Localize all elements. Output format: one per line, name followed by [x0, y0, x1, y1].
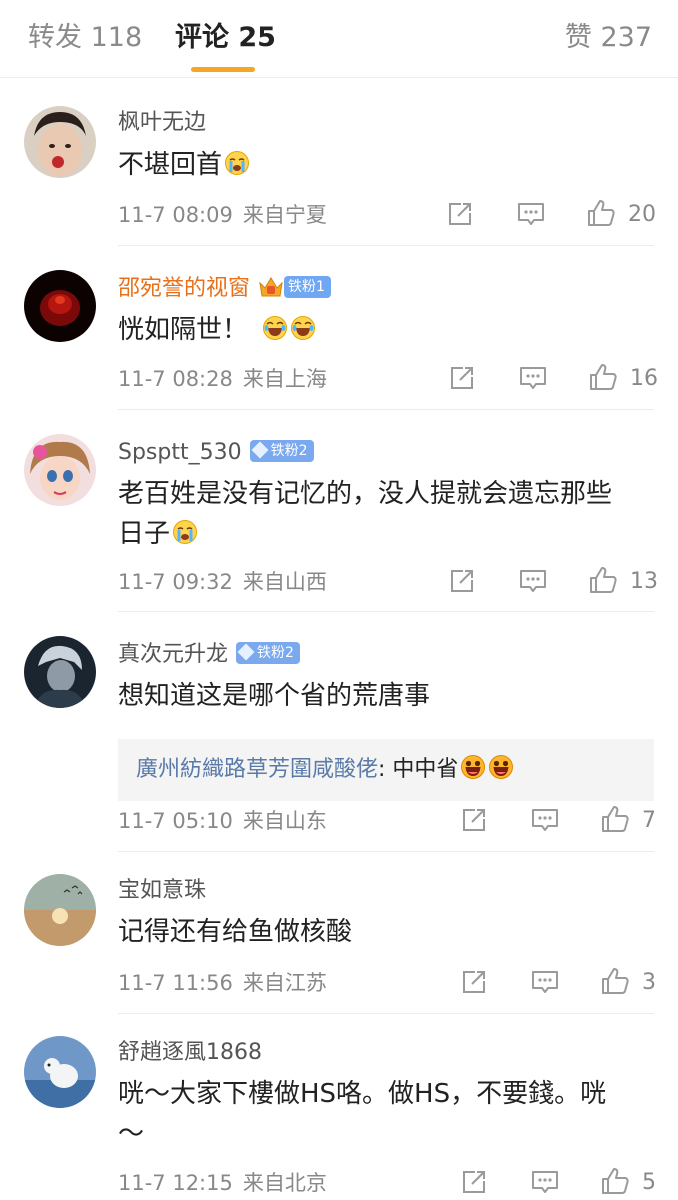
reply-icon[interactable] — [518, 567, 548, 595]
reply-icon[interactable] — [530, 806, 560, 834]
comment-meta: 11-7 09:32 来自山西 — [118, 567, 327, 597]
like-icon[interactable] — [600, 804, 630, 834]
comment-author[interactable]: 枫叶无边 — [118, 108, 206, 138]
like-icon[interactable] — [588, 565, 618, 595]
comment-time: 11-7 09:32 — [118, 570, 233, 594]
comment-location: 来自上海 — [242, 367, 327, 391]
comment-time: 11-7 11:56 — [118, 971, 233, 995]
reply-icon[interactable] — [518, 364, 548, 392]
share-icon[interactable] — [446, 200, 474, 228]
grinning-emoji-icon — [488, 754, 514, 780]
reply-preview[interactable]: 廣州紡織路草芳圍咸酸佬: 中中省 — [118, 739, 654, 801]
comment-item: 枫叶无边 不堪回首 11-7 08:09 来自宁夏 20 — [0, 78, 678, 246]
comment-time: 11-7 08:28 — [118, 367, 233, 391]
crown-icon — [259, 277, 283, 297]
reply-icon[interactable] — [516, 200, 546, 228]
comment-author[interactable]: 真次元升龙 铁粉2 — [118, 640, 300, 670]
comment-time: 11-7 08:09 — [118, 203, 233, 227]
fan-badge: 铁粉2 — [236, 642, 300, 664]
reply-icon[interactable] — [530, 1168, 560, 1196]
comment-item: 真次元升龙 铁粉2 想知道这是哪个省的荒唐事 廣州紡織路草芳圍咸酸佬: 中中省 1… — [0, 612, 678, 852]
tab-reposts[interactable]: 转发 118 — [28, 18, 142, 58]
comment-meta: 11-7 05:10 来自山东 — [118, 806, 327, 836]
like-count: 13 — [630, 569, 658, 594]
share-icon[interactable] — [460, 968, 488, 996]
diamond-icon — [237, 643, 255, 661]
crying-emoji-icon — [224, 150, 250, 176]
reply-text: : 中中省 — [378, 757, 459, 782]
like-icon[interactable] — [588, 362, 618, 392]
avatar[interactable] — [24, 270, 96, 342]
comment-item: 邵宛誉的视窗 铁粉1 恍如隔世！ 11-7 08:28 来自上海 16 — [0, 246, 678, 410]
comment-time: 11-7 12:15 — [118, 1171, 233, 1195]
like-count: 7 — [642, 808, 656, 833]
comment-meta: 11-7 11:56 来自江苏 — [118, 968, 327, 998]
laughing-emoji-icon — [262, 315, 288, 341]
comment-text: 恍如隔世！ — [118, 310, 658, 350]
avatar[interactable] — [24, 1036, 96, 1108]
comment-time: 11-7 05:10 — [118, 809, 233, 833]
laughing-emoji-icon — [290, 315, 316, 341]
tab-likes[interactable]: 赞 237 — [565, 18, 652, 58]
share-icon[interactable] — [448, 567, 476, 595]
crying-emoji-icon — [172, 519, 198, 545]
comment-text: 记得还有给鱼做核酸 — [118, 917, 353, 947]
share-icon[interactable] — [460, 806, 488, 834]
comment-author[interactable]: 舒趙逐風1868 — [118, 1038, 262, 1068]
comment-list: 枫叶无边 不堪回首 11-7 08:09 来自宁夏 20 邵宛誉的视窗 铁粉1 恍如… — [0, 78, 678, 1200]
avatar[interactable] — [24, 106, 96, 178]
tab-comments[interactable]: 评论 25 — [175, 18, 276, 58]
avatar[interactable] — [24, 434, 96, 506]
comment-location: 来自江苏 — [242, 971, 327, 995]
comment-meta: 11-7 08:28 来自上海 — [118, 364, 327, 394]
fan-badge: 铁粉1 — [284, 276, 331, 298]
comment-location: 来自山东 — [242, 809, 327, 833]
comment-text: 老百姓是没有记忆的，没人提就会遗忘那些 日子 — [118, 479, 613, 549]
comment-text: 咣～大家下樓做HS咯。做HS，不要錢。咣～ — [118, 1079, 607, 1149]
like-count: 20 — [628, 202, 656, 227]
like-icon[interactable] — [586, 198, 616, 228]
comment-text: 不堪回首 — [118, 145, 658, 185]
comment-location: 来自北京 — [242, 1171, 327, 1195]
like-count: 5 — [642, 1170, 656, 1195]
comment-location: 来自宁夏 — [242, 203, 327, 227]
reply-icon[interactable] — [530, 968, 560, 996]
comment-item: 宝如意珠 记得还有给鱼做核酸 11-7 11:56 来自江苏 3 — [0, 852, 678, 1014]
fan-badge: 铁粉2 — [249, 440, 314, 462]
comment-author[interactable]: 宝如意珠 — [118, 876, 206, 906]
comment-meta: 11-7 12:15 来自北京 — [118, 1168, 327, 1198]
comment-text: 想知道这是哪个省的荒唐事 — [118, 681, 431, 711]
avatar[interactable] — [24, 636, 96, 708]
avatar[interactable] — [24, 874, 96, 946]
grinning-emoji-icon — [460, 754, 486, 780]
comment-tabs: 转发 118 评论 25 赞 237 — [0, 0, 678, 78]
like-count: 16 — [630, 366, 658, 391]
comment-meta: 11-7 08:09 来自宁夏 — [118, 200, 327, 230]
comment-item: 舒趙逐風1868 咣～大家下樓做HS咯。做HS，不要錢。咣～ 11-7 12:1… — [0, 1014, 678, 1200]
reply-author[interactable]: 廣州紡織路草芳圍咸酸佬 — [136, 757, 378, 782]
diamond-icon — [251, 441, 269, 459]
comment-item: Spsptt_530 铁粉2 老百姓是没有记忆的，没人提就会遗忘那些 日子 11-7… — [0, 410, 678, 612]
comment-author[interactable]: 邵宛誉的视窗 铁粉1 — [118, 274, 331, 304]
active-tab-indicator — [191, 67, 255, 72]
like-count: 3 — [642, 970, 656, 995]
share-icon[interactable] — [460, 1168, 488, 1196]
share-icon[interactable] — [448, 364, 476, 392]
like-icon[interactable] — [600, 966, 630, 996]
like-icon[interactable] — [600, 1166, 630, 1196]
comment-author[interactable]: Spsptt_530 铁粉2 — [118, 438, 314, 468]
comment-location: 来自山西 — [242, 570, 327, 594]
